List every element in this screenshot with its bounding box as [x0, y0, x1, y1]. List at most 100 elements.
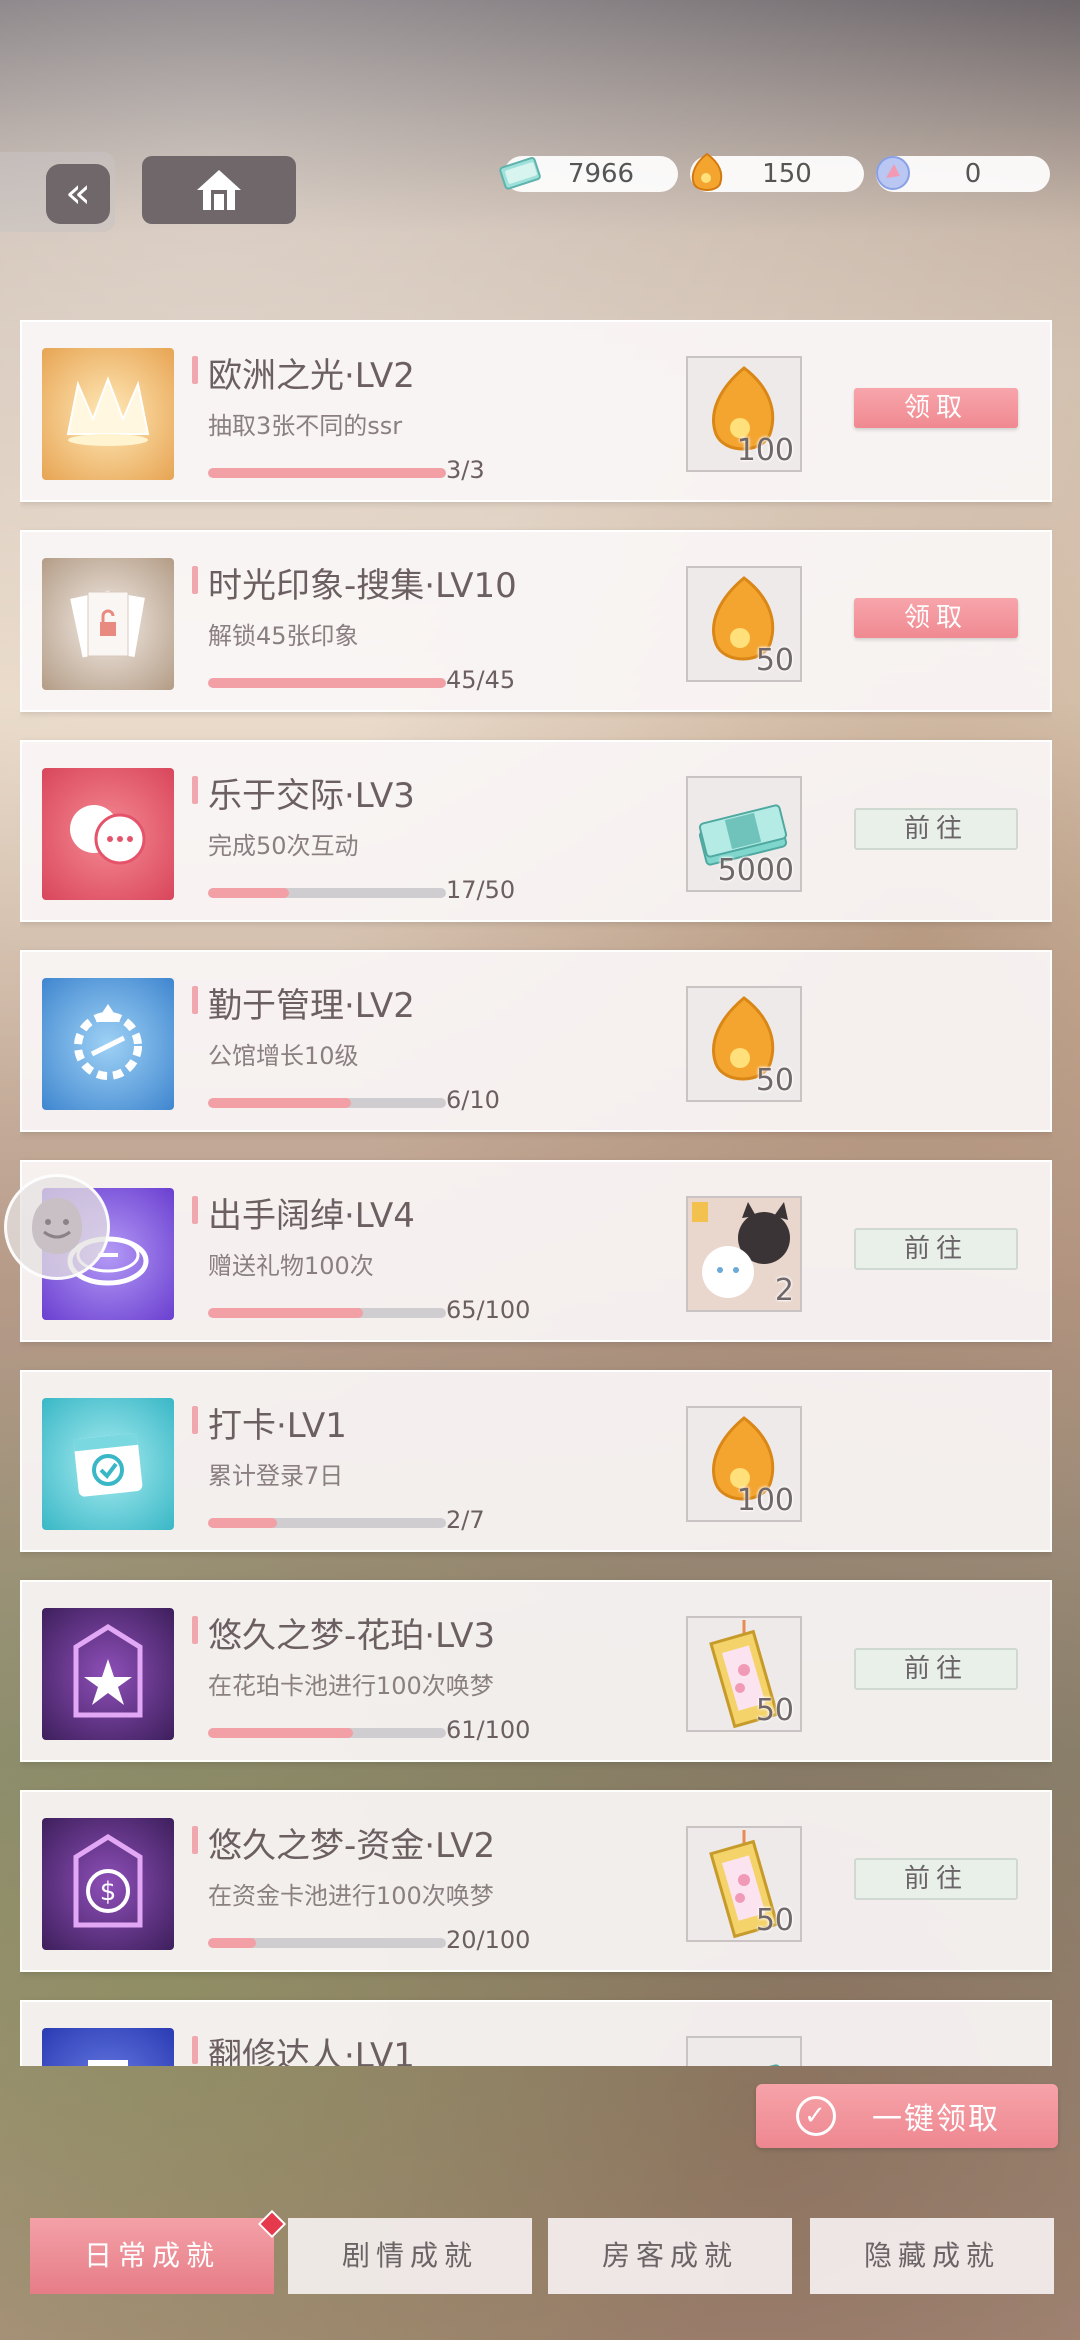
achievement-desc: 解锁45张印象: [208, 622, 359, 650]
cards-lock-icon: [42, 558, 174, 690]
achievement-title: 勤于管理·LV2: [208, 986, 415, 1026]
calendar-check-icon: [42, 1398, 174, 1530]
tab-daily-achievements[interactable]: 日常成就: [30, 2209, 287, 2294]
achievement-desc: 完成50次互动: [208, 832, 359, 860]
achievement-title: 翻修达人·LV1: [208, 2036, 415, 2066]
tab-tenant-achievements[interactable]: 房客成就: [548, 2218, 792, 2294]
home-button[interactable]: [142, 156, 296, 224]
tab-label: 房客成就: [601, 2239, 738, 2272]
flower-badge-icon: [42, 1608, 174, 1740]
go-button[interactable]: 前往: [854, 1228, 1018, 1270]
chat-bubbles-icon: [42, 768, 174, 900]
go-button[interactable]: 前往: [854, 1648, 1018, 1690]
progress-bar: [208, 1098, 446, 1108]
reward-quantity: 5000: [717, 853, 794, 888]
progress-text: 65/100: [446, 1296, 531, 1324]
achievement-card: 悠久之梦-花珀·LV3 在花珀卡池进行100次唤梦 61/100 50 前往: [20, 1580, 1052, 1762]
title-accent: [192, 1406, 198, 1434]
achievement-card: 乐于交际·LV3 完成50次互动 17/50 5000 前往: [20, 740, 1052, 922]
reward-item: 2: [686, 1196, 802, 1312]
claim-all-button[interactable]: ✓ 一键领取: [756, 2084, 1058, 2148]
reward-item: 50: [686, 986, 802, 1102]
ghost-avatar-icon: [32, 1198, 82, 1254]
title-accent: [192, 1616, 198, 1644]
amber-gem-icon: [691, 152, 723, 191]
tab-story-achievements[interactable]: 剧情成就: [288, 2218, 532, 2294]
gear-arrow-icon: [42, 978, 174, 1110]
progress-bar: [208, 1308, 446, 1318]
currency-crystal: 0: [876, 156, 1050, 192]
tab-hidden-achievements[interactable]: 隐藏成就: [810, 2218, 1054, 2294]
achievement-desc: 在资金卡池进行100次唤梦: [208, 1882, 494, 1910]
achievement-title: 打卡·LV1: [208, 1406, 347, 1446]
progress-text: 3/3: [446, 456, 485, 484]
reward-quantity: 100: [736, 433, 794, 468]
go-button[interactable]: 前往: [854, 1858, 1018, 1900]
achievement-desc: 在花珀卡池进行100次唤梦: [208, 1672, 494, 1700]
title-accent: [192, 2036, 198, 2064]
home-icon: [197, 170, 241, 210]
cash-stack-icon: [698, 2064, 788, 2066]
progress-bar: [208, 468, 446, 478]
double-chevron-left-icon: «: [46, 164, 110, 224]
title-accent: [192, 776, 198, 804]
achievement-title: 时光印象-搜集·LV10: [208, 566, 517, 606]
achievement-card: 打卡·LV1 累计登录7日 2/7 100: [20, 1370, 1052, 1552]
renovate-icon: [42, 2028, 174, 2066]
title-accent: [192, 1196, 198, 1224]
notification-badge: [257, 2209, 287, 2239]
dollar-badge-icon: $: [42, 1818, 174, 1950]
reward-item: 100: [686, 356, 802, 472]
progress-text: 61/100: [446, 1716, 531, 1744]
crown-icon: [42, 348, 174, 480]
progress-bar: [208, 1728, 446, 1738]
achievement-desc: 累计登录7日: [208, 1462, 344, 1490]
tab-label: 剧情成就: [341, 2239, 478, 2272]
tab-label: 隐藏成就: [863, 2239, 1000, 2272]
progress-text: 6/10: [446, 1086, 500, 1114]
claim-all-label: 一键领取: [872, 2102, 1000, 2137]
claim-button[interactable]: 领取: [854, 388, 1018, 428]
achievement-title: 乐于交际·LV3: [208, 776, 415, 816]
crystal-icon: [876, 156, 910, 190]
reward-quantity: 50: [755, 643, 794, 678]
go-button[interactable]: 前往: [854, 808, 1018, 850]
svg-text:$: $: [100, 1877, 117, 1907]
reward-item: 50: [686, 1616, 802, 1732]
title-accent: [192, 356, 198, 384]
achievement-card: 出手阔绰·LV4 赠送礼物100次 65/100 2 前往: [20, 1160, 1052, 1342]
achievement-desc: 公馆增长10级: [208, 1042, 359, 1070]
achievement-card: 时光印象-搜集·LV10 解锁45张印象 45/45 50 领取: [20, 530, 1052, 712]
reward-item: 5000: [686, 776, 802, 892]
reward-quantity: 2: [774, 1273, 794, 1308]
reward-item: 50: [686, 566, 802, 682]
floating-assistant-button[interactable]: [4, 1174, 110, 1280]
achievement-list[interactable]: 欧洲之光·LV2 抽取3张不同的ssr 3/3 100 领取 时光印象-搜集·L…: [20, 320, 1052, 2066]
currency-value: 7966: [567, 159, 635, 189]
currency-value: 0: [964, 159, 982, 189]
reward-quantity: 50: [755, 1063, 794, 1098]
title-accent: [192, 986, 198, 1014]
achievement-title: 欧洲之光·LV2: [208, 356, 415, 396]
cash-icon: [499, 157, 541, 190]
progress-text: 2/7: [446, 1506, 485, 1534]
achievement-desc: 抽取3张不同的ssr: [208, 412, 403, 440]
achievement-card: 翻修达人·LV1: [20, 2000, 1052, 2066]
claim-button[interactable]: 领取: [854, 598, 1018, 638]
achievement-desc: 赠送礼物100次: [208, 1252, 374, 1280]
back-button[interactable]: «: [0, 152, 115, 232]
reward-item: 50: [686, 1826, 802, 1942]
achievement-card: 勤于管理·LV2 公馆增长10级 6/10 50: [20, 950, 1052, 1132]
reward-quantity: 50: [755, 1693, 794, 1728]
progress-bar: [208, 1938, 446, 1948]
reward-item: [686, 2036, 802, 2066]
achievement-title: 悠久之梦-花珀·LV3: [208, 1616, 496, 1656]
title-accent: [192, 566, 198, 594]
currency-cash: 7966: [499, 156, 678, 192]
achievement-title: 悠久之梦-资金·LV2: [208, 1826, 496, 1866]
title-accent: [192, 1826, 198, 1854]
progress-bar: [208, 1518, 446, 1528]
reward-quantity: 100: [736, 1483, 794, 1518]
progress-text: 17/50: [446, 876, 516, 904]
progress-bar: [208, 888, 446, 898]
